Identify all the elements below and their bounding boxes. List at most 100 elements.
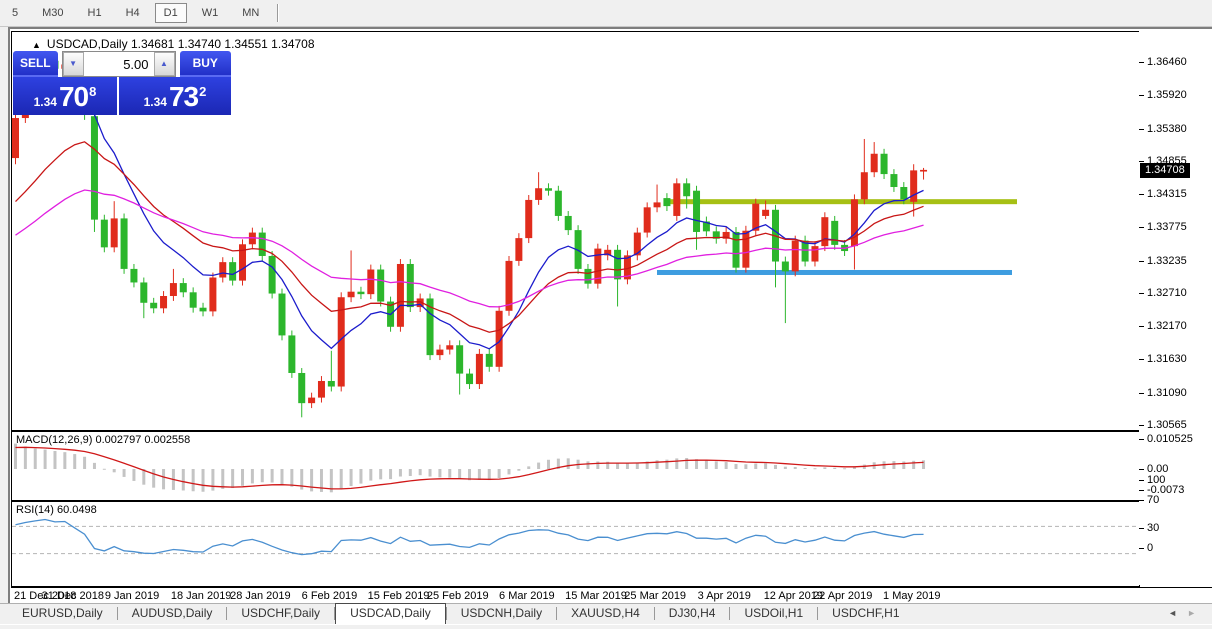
date-axis-label[interactable]: 9 Jan 2019: [105, 590, 159, 602]
rsi-axis-label: 100: [1147, 474, 1166, 486]
price-axis[interactable]: 1.36460 1.35920 1.35380 1.34855 1.34315 1.337…: [1139, 31, 1212, 585]
rsi-label: RSI(14) 60.0498: [16, 504, 97, 516]
one-click-trade-panel: SELL ▼ ▲ BUY 1.34 70 8 1.34: [13, 51, 231, 115]
axis-tick-mark: [1139, 425, 1144, 426]
buy-price[interactable]: 1.34 73 2: [119, 77, 231, 115]
timeframe-button-h4[interactable]: H4: [117, 3, 149, 23]
sell-price-prefix: 1.34: [33, 95, 57, 109]
price-axis-label: 1.32170: [1147, 320, 1187, 333]
buy-price-big: 73: [168, 81, 199, 112]
tab-xauusd-h4[interactable]: XAUUSD,H4: [557, 604, 654, 623]
volume-stepper: ▼ ▲: [61, 51, 176, 77]
tab-eurusd-daily[interactable]: EURUSD,Daily: [8, 604, 117, 623]
rsi-axis-label: 30: [1147, 521, 1160, 534]
timeframe-button-m30[interactable]: M30: [33, 3, 72, 23]
tab-usdchf-h1[interactable]: USDCHF,H1: [818, 604, 913, 623]
buy-price-pip: 2: [199, 84, 207, 99]
trading-app-window: 5 M30 H1 H4 D1 W1 MN ▲ USDCAD,Daily 1.34681 1.3…: [0, 0, 1212, 629]
collapse-trade-panel-icon[interactable]: ▲: [32, 40, 41, 50]
date-axis-label[interactable]: 15 Mar 2019: [565, 590, 627, 602]
price-axis-label: 1.32710: [1147, 286, 1187, 299]
tab-usdcad-daily[interactable]: USDCAD,Daily: [335, 603, 446, 624]
rsi-panel[interactable]: RSI(14) 60.0498: [11, 501, 1140, 587]
price-axis-label: 1.35920: [1147, 89, 1187, 102]
axis-tick-mark: [1139, 469, 1144, 470]
date-axis-label[interactable]: 3 Apr 2019: [698, 590, 751, 602]
support-line[interactable]: [657, 269, 1012, 275]
rsi-axis-label: 70: [1147, 494, 1160, 507]
date-axis-label[interactable]: 28 Jan 2019: [230, 590, 291, 602]
timeframe-button-w1[interactable]: W1: [193, 3, 228, 23]
axis-tick-mark: [1139, 128, 1144, 130]
date-axis-label[interactable]: 1 May 2019: [883, 590, 940, 602]
ohlc-close: 1.34708: [271, 37, 315, 51]
status-strip: [0, 624, 1212, 629]
date-axis-label[interactable]: 15 Feb 2019: [368, 590, 430, 602]
macd-label: MACD(12,26,9) 0.002797 0.002558: [16, 434, 191, 446]
macd-panel[interactable]: MACD(12,26,9) 0.002797 0.002558: [11, 431, 1140, 501]
timeframe-button-mn[interactable]: MN: [233, 3, 268, 23]
axis-tick-mark: [1139, 95, 1144, 97]
toolbar-separator: [277, 4, 280, 22]
date-axis-label[interactable]: 22 Apr 2019: [813, 590, 872, 602]
axis-tick-mark: [1139, 392, 1144, 394]
date-axis-label[interactable]: 31 Dec 2018: [42, 590, 104, 602]
axis-tick-mark: [1139, 194, 1144, 196]
axis-tick-mark: [1139, 548, 1144, 549]
rsi-axis-label: 0: [1147, 542, 1154, 554]
volume-decrease-icon[interactable]: ▼: [62, 52, 84, 76]
ohlc-low: 1.34551: [224, 37, 268, 51]
volume-input[interactable]: [83, 52, 154, 76]
axis-tick-mark: [1139, 359, 1144, 361]
chart-ohlc-header: ▲ USDCAD,Daily 1.34681 1.34740 1.34551 1.…: [32, 37, 315, 51]
axis-tick-mark: [1139, 160, 1144, 162]
date-axis-label[interactable]: 18 Jan 2019: [171, 590, 232, 602]
buy-button[interactable]: BUY: [179, 51, 231, 77]
price-axis-label: 1.34315: [1147, 188, 1187, 201]
sell-price[interactable]: 1.34 70 8: [13, 77, 117, 115]
macd-axis-label: 0.010525: [1147, 433, 1193, 445]
tab-usdchf-daily[interactable]: USDCHF,Daily: [227, 604, 334, 623]
axis-tick-mark: [1139, 500, 1144, 502]
sell-button[interactable]: SELL: [13, 51, 58, 77]
moving-average-40: [15, 189, 924, 308]
ohlc-high: 1.34740: [177, 37, 222, 51]
axis-tick-mark: [1139, 292, 1144, 294]
axis-tick-mark: [1139, 227, 1144, 229]
axis-tick-mark: [1139, 260, 1144, 262]
date-axis-label[interactable]: 25 Feb 2019: [427, 590, 489, 602]
symbol-tab-bar: EURUSD,Daily AUDUSD,Daily USDCHF,Daily USDC…: [0, 603, 1212, 624]
ohlc-open: 1.34681: [130, 37, 175, 51]
date-axis-label[interactable]: 6 Mar 2019: [499, 590, 555, 602]
main-chart-panel[interactable]: ▲ USDCAD,Daily 1.34681 1.34740 1.34551 1.…: [11, 31, 1140, 431]
sell-price-pip: 8: [89, 84, 97, 99]
tab-usdcnh-daily[interactable]: USDCNH,Daily: [447, 604, 556, 623]
volume-increase-icon[interactable]: ▲: [153, 52, 175, 76]
price-axis-label: 1.31090: [1147, 386, 1187, 399]
date-axis-label[interactable]: 6 Feb 2019: [302, 590, 358, 602]
price-axis-label: 1.36460: [1147, 56, 1187, 68]
tab-scroll-left-icon[interactable]: ◄: [1168, 608, 1187, 618]
tab-usdoil-h1[interactable]: USDOil,H1: [730, 604, 817, 623]
axis-tick-mark: [1139, 480, 1144, 481]
timeframe-button-d1[interactable]: D1: [154, 3, 187, 23]
timeframe-button-5[interactable]: 5: [3, 3, 27, 23]
chart-title: USDCAD,Daily: [46, 37, 128, 51]
rsi-line: [15, 518, 924, 556]
tab-scroll-arrows: ◄►: [1168, 608, 1206, 618]
chart-window: ▲ USDCAD,Daily 1.34681 1.34740 1.34551 1.…: [8, 27, 1212, 605]
tab-dj30-h4[interactable]: DJ30,H4: [655, 604, 730, 623]
date-axis-label[interactable]: 25 Mar 2019: [624, 590, 686, 602]
moving-average-10: [15, 84, 924, 350]
rsi-canvas: [12, 518, 1137, 556]
timeframe-button-h1[interactable]: H1: [79, 3, 111, 23]
axis-tick-mark: [1139, 326, 1144, 328]
tab-scroll-right-icon[interactable]: ►: [1187, 608, 1206, 618]
price-axis-label: 1.30565: [1147, 419, 1187, 431]
price-axis-label: 1.33235: [1147, 254, 1187, 267]
tab-audusd-daily[interactable]: AUDUSD,Daily: [118, 604, 227, 623]
axis-tick-mark: [1139, 527, 1144, 529]
axis-tick-mark: [1139, 62, 1144, 63]
price-axis-label: 1.33775: [1147, 221, 1187, 234]
resistance-line[interactable]: [665, 199, 1017, 205]
